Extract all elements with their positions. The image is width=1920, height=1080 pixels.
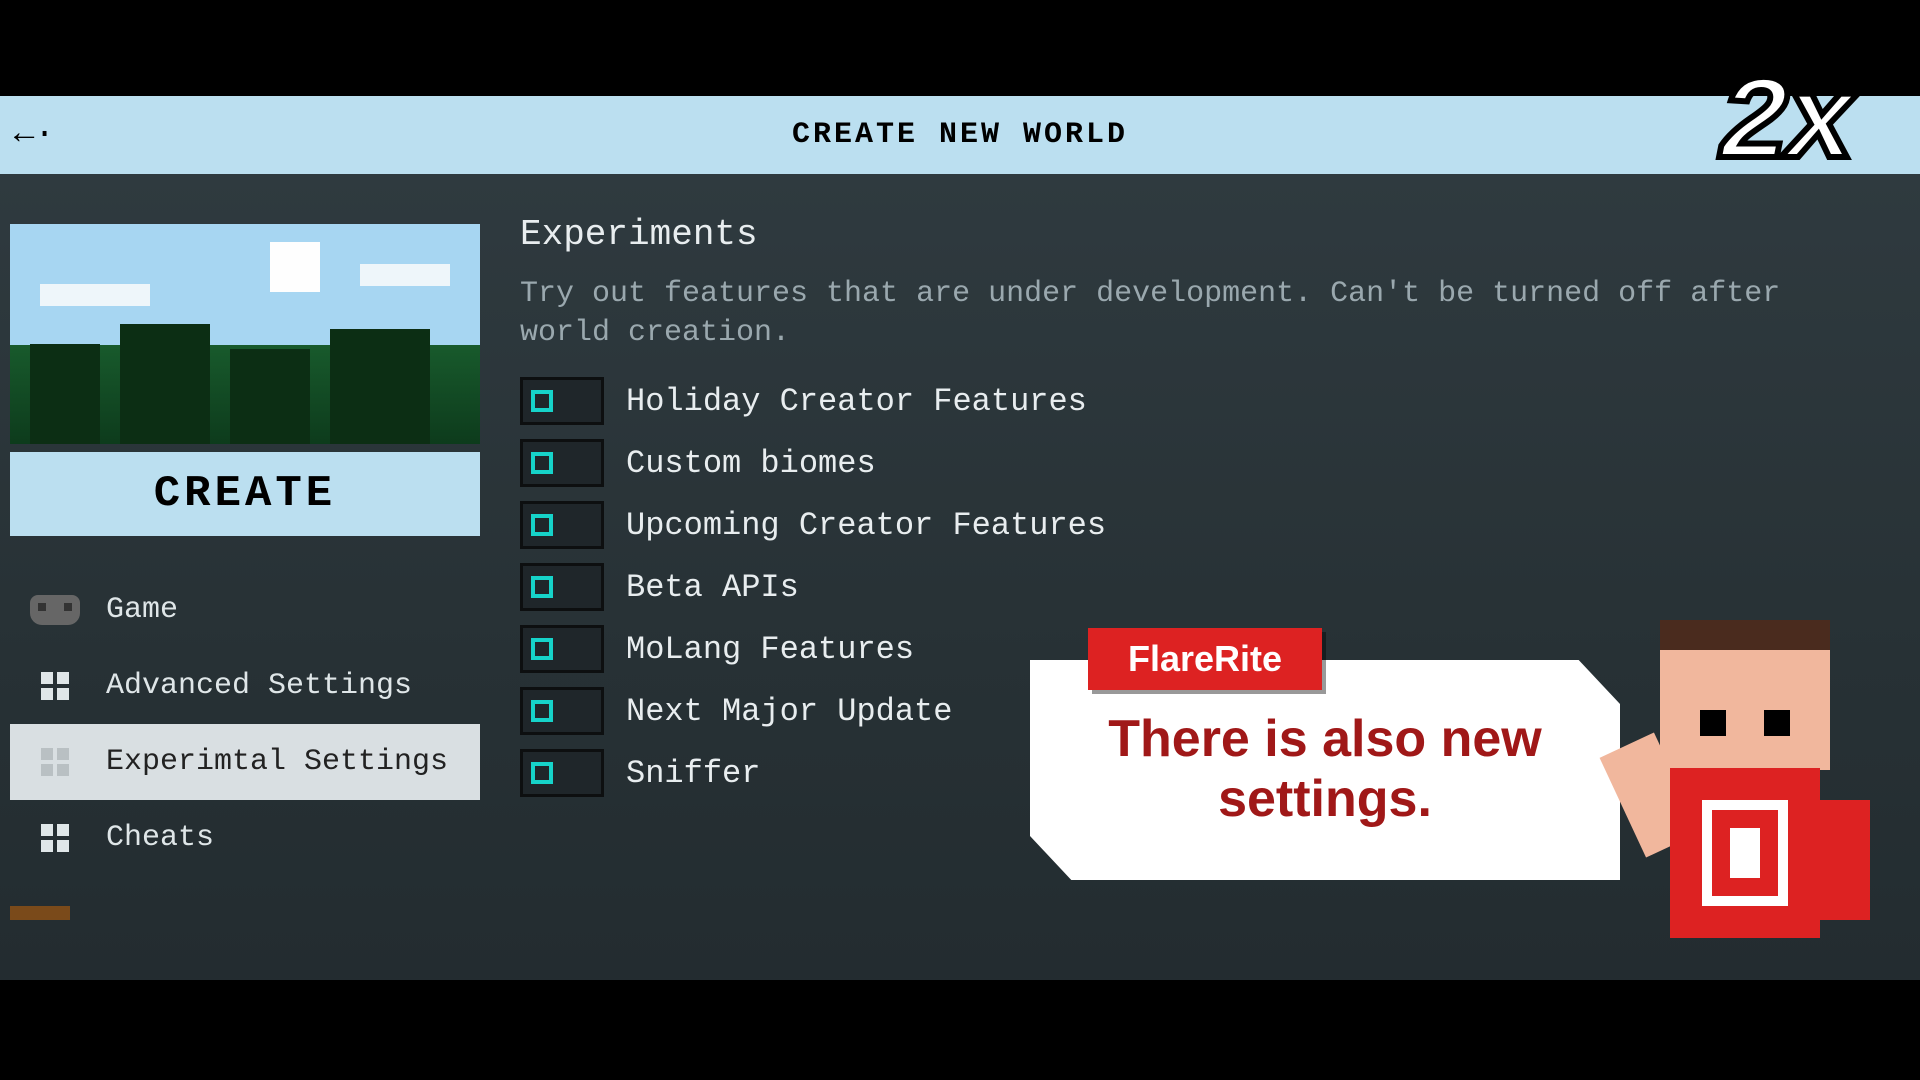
section-description: Try out features that are under developm…: [520, 275, 1820, 353]
sidebar-item-label: Game: [106, 593, 178, 627]
option-label: Custom biomes: [626, 445, 876, 482]
toggle-beta-apis[interactable]: Beta APIs: [520, 563, 1860, 611]
toggle-custom-biomes[interactable]: Custom biomes: [520, 439, 1860, 487]
sidebar: CREATE Game Advanced Settings Experimtal…: [0, 174, 490, 980]
sidebar-item-advanced[interactable]: Advanced Settings: [10, 648, 480, 724]
grid-icon: [28, 668, 82, 704]
title-bar: ←· CREATE NEW WORLD: [0, 96, 1920, 174]
option-label: Next Major Update: [626, 693, 952, 730]
toggle-icon: [520, 749, 604, 797]
toggle-icon: [520, 501, 604, 549]
overlay-author-tag: FlareRite: [1088, 628, 1322, 690]
toggle-icon: [520, 563, 604, 611]
toggle-icon: [520, 439, 604, 487]
create-button[interactable]: CREATE: [10, 452, 480, 536]
grid-icon: [28, 744, 82, 780]
overlay-speech-bubble: There is also new settings.: [1030, 660, 1620, 880]
grid-icon: [28, 820, 82, 856]
sidebar-item-experimental[interactable]: Experimtal Settings: [10, 724, 480, 800]
toggle-icon: [520, 687, 604, 735]
chest-icon: [10, 906, 70, 920]
sidebar-item-label: Advanced Settings: [106, 669, 412, 703]
toggle-icon: [520, 625, 604, 673]
back-button[interactable]: ←·: [14, 116, 55, 154]
option-label: MoLang Features: [626, 631, 914, 668]
toggle-icon: [520, 377, 604, 425]
option-label: Upcoming Creator Features: [626, 507, 1106, 544]
option-label: Sniffer: [626, 755, 760, 792]
sidebar-item-game[interactable]: Game: [10, 572, 480, 648]
page-title: CREATE NEW WORLD: [792, 118, 1128, 152]
sidebar-item-label: Experimtal Settings: [106, 745, 448, 779]
section-title: Experiments: [520, 214, 1860, 255]
overlay-speech-text: There is also new settings.: [1030, 710, 1620, 830]
option-label: Holiday Creator Features: [626, 383, 1087, 420]
sidebar-item-label: Cheats: [106, 821, 214, 855]
toggle-upcoming-creator-features[interactable]: Upcoming Creator Features: [520, 501, 1860, 549]
toggle-holiday-creator-features[interactable]: Holiday Creator Features: [520, 377, 1860, 425]
sidebar-item-cheats[interactable]: Cheats: [10, 800, 480, 876]
option-label: Beta APIs: [626, 569, 799, 606]
overlay-avatar: [1540, 620, 1860, 980]
sidebar-nav: Game Advanced Settings Experimtal Settin…: [10, 572, 480, 920]
world-preview-image: [10, 224, 480, 444]
overlay-2x-badge: 2x: [1718, 58, 1850, 194]
controller-icon: [28, 592, 82, 628]
